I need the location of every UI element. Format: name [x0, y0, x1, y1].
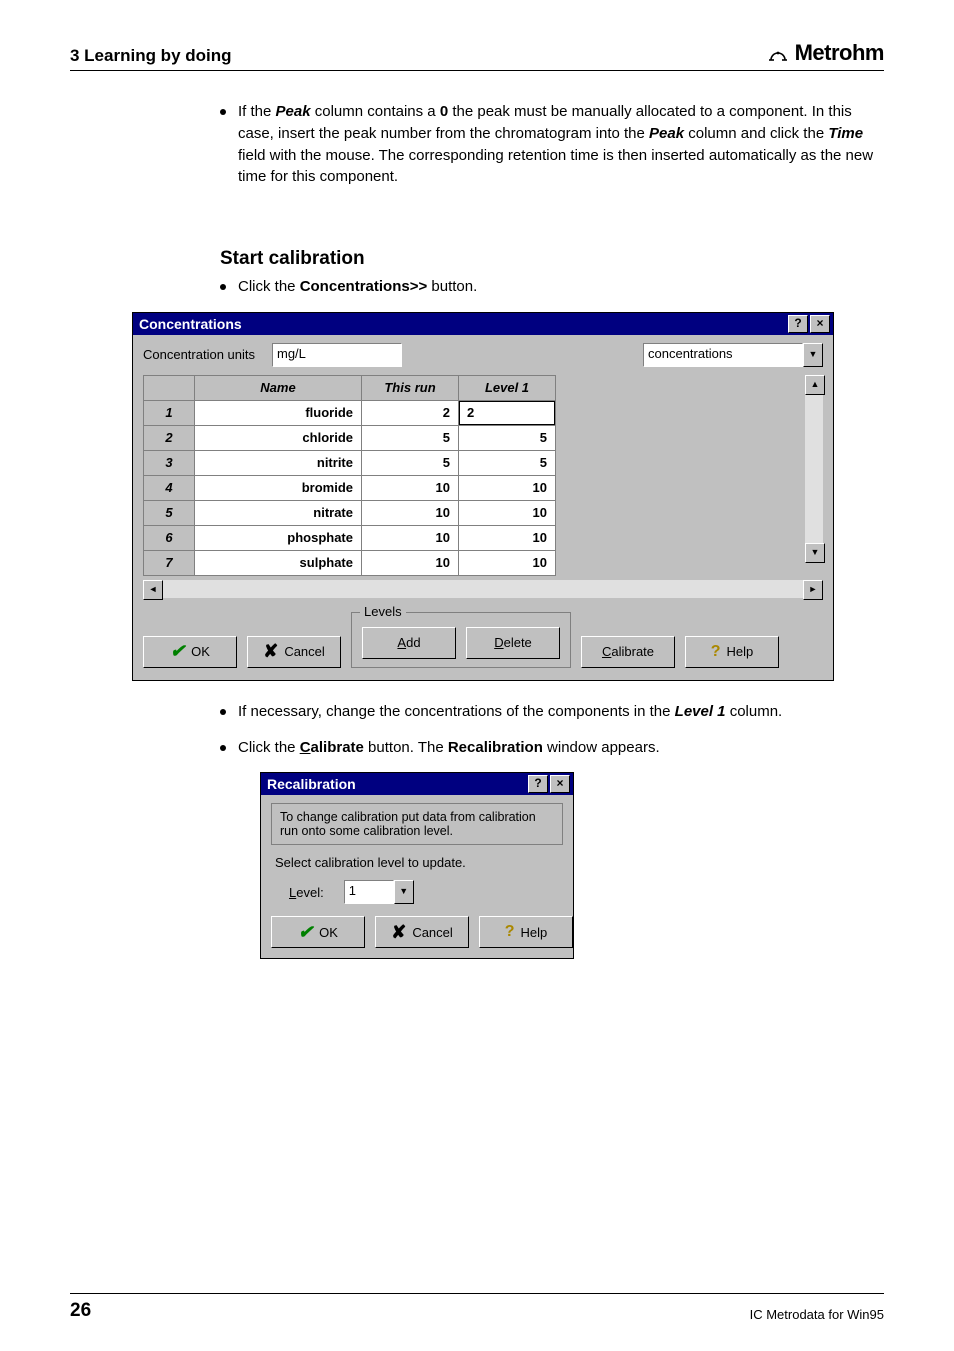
chevron-down-icon[interactable]	[803, 343, 823, 367]
page-header: 3 Learning by doing Metrohm	[70, 40, 884, 71]
check-icon: ✔	[170, 641, 185, 662]
col-level1: Level 1	[459, 375, 556, 400]
help-titlebar-button[interactable]: ?	[528, 775, 548, 793]
scroll-up-icon[interactable]: ▲	[805, 375, 825, 395]
table-row[interactable]: 3nitrite55	[144, 450, 556, 475]
recal-ok-button[interactable]: ✔OK	[271, 916, 365, 948]
table-row[interactable]: 4bromide1010	[144, 475, 556, 500]
scroll-left-icon[interactable]: ◄	[143, 580, 163, 600]
calibrate-rest: alibrate	[611, 644, 654, 659]
level-label: Level:	[289, 885, 324, 900]
page-number: 26	[70, 1300, 91, 1322]
view-combo[interactable]: concentrations	[643, 343, 823, 367]
table-row[interactable]: 1fluoride22	[144, 400, 556, 425]
recal-title: Recalibration	[267, 776, 356, 792]
product-name: IC Metrodata for Win95	[750, 1307, 884, 1322]
recal-help-button[interactable]: ?Help	[479, 916, 573, 948]
bullet-peak-note: If the Peak column contains a 0 the peak…	[220, 101, 874, 188]
delete-rest: elete	[504, 635, 532, 650]
cancel-button[interactable]: ✘Cancel	[247, 636, 341, 668]
recal-select-text: Select calibration level to update.	[275, 855, 559, 870]
help-button[interactable]: ?Help	[685, 636, 779, 668]
table-row[interactable]: 6phosphate1010	[144, 525, 556, 550]
bullet-change-level1: If necessary, change the concentrations …	[220, 701, 874, 723]
bullet-icon	[220, 109, 226, 115]
vertical-scrollbar[interactable]: ▲ ▼	[805, 375, 823, 563]
ok-button[interactable]: ✔OK	[143, 636, 237, 668]
question-icon: ?	[711, 643, 721, 661]
col-blank	[144, 375, 195, 400]
horizontal-scrollbar[interactable]: ◄ ►	[143, 580, 823, 598]
change-level1-text: If necessary, change the concentrations …	[238, 701, 782, 723]
dialog-titlebar: Concentrations ? ×	[133, 313, 833, 335]
view-combo-value[interactable]: concentrations	[643, 343, 803, 367]
recal-titlebar: Recalibration ? ×	[261, 773, 573, 795]
close-titlebar-button[interactable]: ×	[550, 775, 570, 793]
concentrations-dialog: Concentrations ? × Concentration units m…	[132, 312, 834, 681]
scroll-down-icon[interactable]: ▼	[805, 543, 825, 563]
dialog-title: Concentrations	[139, 316, 242, 332]
chevron-down-icon[interactable]	[394, 880, 414, 904]
page-footer: 26 IC Metrodata for Win95	[70, 1293, 884, 1322]
click-concentrations-text: Click the Concentrations>> button.	[238, 276, 477, 298]
brand-text: Metrohm	[795, 40, 884, 66]
peak-note-text: If the Peak column contains a 0 the peak…	[238, 101, 874, 188]
add-level-button[interactable]: Add	[362, 627, 456, 659]
question-icon: ?	[505, 923, 515, 941]
bullet-icon	[220, 709, 226, 715]
table-header-row: Name This run Level 1	[144, 375, 556, 400]
col-name: Name	[195, 375, 362, 400]
recal-cancel-button[interactable]: ✘Cancel	[375, 916, 469, 948]
concentrations-table: Name This run Level 1 1fluoride22 2chlor…	[143, 375, 556, 576]
level-combo[interactable]: 1	[344, 880, 414, 904]
units-input[interactable]: mg/L	[272, 343, 402, 367]
table-row[interactable]: 2chloride55	[144, 425, 556, 450]
help-titlebar-button[interactable]: ?	[788, 315, 808, 333]
start-calibration-heading: Start calibration	[220, 248, 874, 270]
bullet-click-calibrate: Click the Calibrate button. The Recalibr…	[220, 737, 874, 759]
omega-icon	[767, 42, 789, 64]
x-icon: ✘	[263, 641, 278, 662]
check-icon: ✔	[298, 922, 313, 943]
click-calibrate-text: Click the Calibrate button. The Recalibr…	[238, 737, 660, 759]
bullet-icon	[220, 745, 226, 751]
bullet-icon	[220, 284, 226, 290]
levels-group: Levels Add Delete	[351, 612, 571, 668]
recal-description: To change calibration put data from cali…	[271, 803, 563, 845]
level-value[interactable]: 1	[344, 880, 394, 904]
section-title: 3 Learning by doing	[70, 46, 232, 66]
scroll-right-icon[interactable]: ►	[803, 580, 823, 600]
table-row[interactable]: 5nitrate1010	[144, 500, 556, 525]
col-thisrun: This run	[362, 375, 459, 400]
x-icon: ✘	[391, 922, 406, 943]
calibrate-button[interactable]: Calibrate	[581, 636, 675, 668]
table-row[interactable]: 7sulphate1010	[144, 550, 556, 575]
recalibration-dialog: Recalibration ? × To change calibration …	[260, 772, 574, 959]
add-rest: dd	[406, 635, 420, 650]
brand-logo: Metrohm	[767, 40, 884, 66]
delete-level-button[interactable]: Delete	[466, 627, 560, 659]
units-label: Concentration units	[143, 347, 268, 362]
levels-label: Levels	[360, 604, 406, 619]
close-titlebar-button[interactable]: ×	[810, 315, 830, 333]
bullet-click-concentrations: Click the Concentrations>> button.	[220, 276, 874, 298]
